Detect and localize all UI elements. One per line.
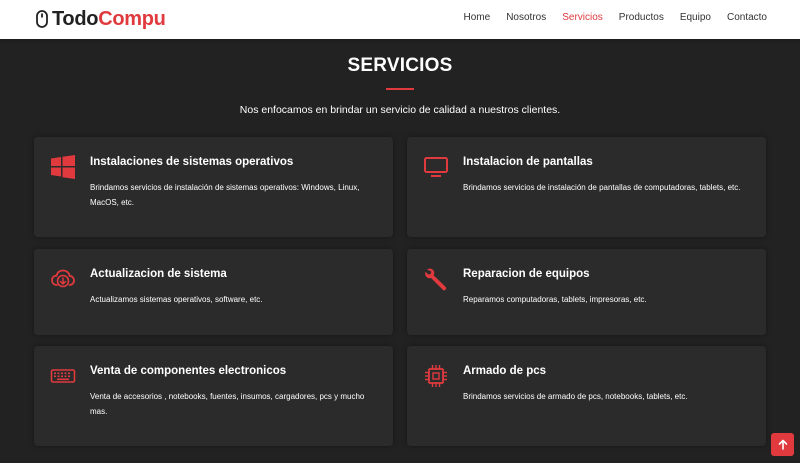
service-description: Actualizamos sistemas operativos, softwa… [90,295,263,304]
service-title: Reparacion de equipos [463,268,590,280]
nav-nosotros[interactable]: Nosotros [506,12,546,23]
mouse-icon [36,10,48,28]
service-description: Brindamos servicios de instalación de si… [90,183,360,207]
brand-name: TodoCompu [52,8,166,31]
service-card-repair: Reparacion de equipos Reparamos computad… [407,249,766,335]
brand-logo[interactable]: TodoCompu [36,6,166,32]
title-divider [386,88,414,90]
service-description: Brindamos servicios de armado de pcs, no… [463,392,688,401]
service-card-components: Venta de componentes electronicos Venta … [34,346,393,446]
monitor-icon [424,157,448,177]
cpu-icon [425,365,447,387]
section-title: SERVICIOS [347,55,453,76]
service-description: Brindamos servicios de instalación de pa… [463,183,741,192]
brand-name-part1: Todo [52,7,99,30]
keyboard-icon [50,369,76,383]
cloud-download-icon [51,269,75,288]
service-title: Actualizacion de sistema [90,268,227,280]
service-title: Armado de pcs [463,365,547,377]
service-title: Venta de componentes electronicos [90,365,287,377]
main-nav: Home Nosotros Servicios Productos Equipo… [448,12,767,23]
service-card-build: Armado de pcs Brindamos servicios de arm… [407,346,766,446]
service-title: Instalaciones de sistemas operativos [90,156,294,168]
nav-servicios[interactable]: Servicios [562,12,603,23]
arrow-up-icon [778,439,787,450]
windows-icon [51,155,75,179]
service-description: Reparamos computadoras, tablets, impreso… [463,295,647,304]
nav-equipo[interactable]: Equipo [680,12,711,23]
wrench-icon [425,268,447,291]
service-card-update: Actualizacion de sistema Actualizamos si… [34,249,393,335]
nav-productos[interactable]: Productos [619,12,664,23]
back-to-top-button[interactable] [771,433,794,456]
section-subtitle: Nos enfocamos en brindar un servicio de … [239,104,561,116]
service-card-os: Instalaciones de sistemas operativos Bri… [34,137,393,237]
nav-contacto[interactable]: Contacto [727,12,767,23]
service-card-screens: Instalacion de pantallas Brindamos servi… [407,137,766,237]
service-title: Instalacion de pantallas [463,156,593,168]
nav-home[interactable]: Home [464,12,491,23]
service-description: Venta de accesorios , notebooks, fuentes… [90,392,365,416]
navbar: TodoCompu Home Nosotros Servicios Produc… [0,0,800,39]
brand-name-part2: Compu [98,7,166,30]
